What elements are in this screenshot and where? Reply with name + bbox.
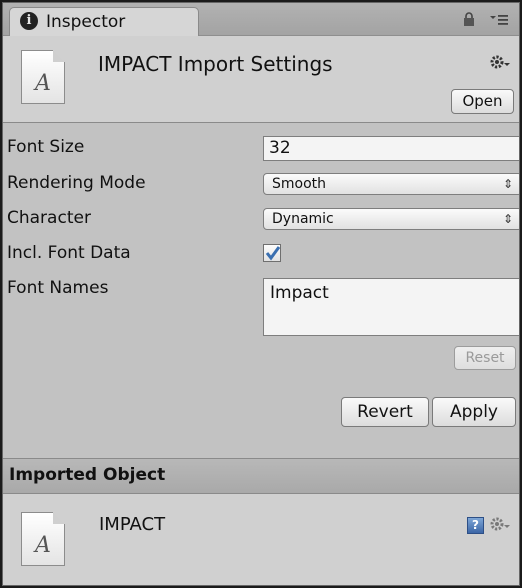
apply-button[interactable]: Apply [432, 397, 516, 427]
rendering-mode-dropdown[interactable]: Smooth ⇕ [263, 173, 519, 195]
tab-label: Inspector [46, 12, 126, 32]
dropdown-arrows-icon: ⇕ [502, 177, 513, 191]
checkmark-icon [265, 246, 281, 261]
reset-button[interactable]: Reset [454, 346, 516, 370]
dropdown-arrows-icon: ⇕ [502, 212, 513, 226]
imported-object-title: Imported Object [9, 465, 166, 485]
imported-object-name: IMPACT [99, 514, 166, 535]
font-size-input[interactable]: 32 [263, 136, 519, 161]
rendering-mode-value: Smooth [272, 176, 327, 192]
gear-icon[interactable] [489, 54, 511, 72]
panel-menu-icon[interactable] [489, 13, 509, 27]
revert-button[interactable]: Revert [341, 397, 429, 427]
character-label: Character [7, 208, 91, 228]
tab-inspector[interactable]: i Inspector [9, 7, 199, 37]
open-button[interactable]: Open [451, 89, 514, 114]
font-names-label: Font Names [7, 278, 109, 298]
help-icon[interactable]: ? [467, 517, 484, 534]
font-file-icon: A [21, 50, 65, 104]
inspector-window: i Inspector A IMPACT Import Settings Ope… [2, 2, 520, 586]
font-names-textarea[interactable]: Impact [263, 278, 519, 336]
lock-icon[interactable] [463, 12, 475, 27]
imported-object-header: Imported Object [3, 458, 519, 494]
font-size-label: Font Size [7, 137, 85, 157]
rendering-mode-label: Rendering Mode [7, 173, 146, 193]
asset-header: A IMPACT Import Settings Open [3, 36, 519, 123]
character-value: Dynamic [272, 211, 334, 227]
character-dropdown[interactable]: Dynamic ⇕ [263, 208, 519, 230]
imported-object-panel: A IMPACT ? [3, 494, 519, 585]
asset-title: IMPACT Import Settings [98, 52, 333, 76]
info-icon: i [20, 12, 38, 30]
font-asset-icon: A [21, 512, 65, 566]
tab-bar: i Inspector [3, 3, 519, 37]
incl-font-data-label: Incl. Font Data [7, 243, 131, 263]
incl-font-data-checkbox[interactable] [263, 244, 281, 262]
gear-icon[interactable] [489, 516, 511, 534]
